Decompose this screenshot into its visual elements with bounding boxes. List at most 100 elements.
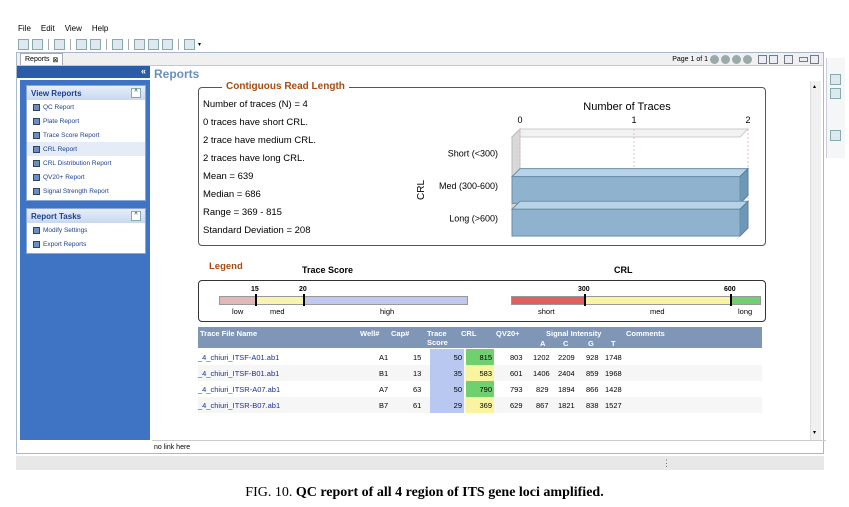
menu-help[interactable]: Help (92, 24, 108, 36)
nav-item-qv20-report[interactable]: QV20+ Report (27, 170, 145, 184)
cell-well: A1 (379, 353, 389, 362)
col-t[interactable]: T (611, 339, 616, 348)
window-icon[interactable] (112, 38, 123, 50)
report-icon (33, 159, 40, 167)
col-cap[interactable]: Cap# (391, 329, 409, 338)
cell-t: 1968 (605, 369, 622, 378)
nav-item-plate-report[interactable]: Plate Report (27, 114, 145, 128)
undo-icon[interactable] (134, 38, 145, 50)
collapse-pane-icon[interactable]: « (141, 66, 146, 76)
table-dock-icon[interactable] (830, 88, 841, 99)
nav-item-label: CRL Report (43, 145, 78, 153)
scroll-up-icon[interactable]: ▴ (813, 83, 816, 90)
cell-cap: 15 (413, 353, 422, 362)
report-tasks-header[interactable]: Report Tasks ^ (27, 209, 145, 223)
y-category-label: Short (<300) (448, 148, 498, 158)
table-row: _4_chiuri_ITSF-B01.ab1 B1 13 35 583 601 … (198, 365, 762, 381)
bottom-bar: ⋮ (16, 456, 824, 470)
ts-med-band (256, 296, 304, 305)
status-bar: no link here (152, 440, 826, 453)
prev-page-icon[interactable] (721, 54, 730, 64)
nav-item-trace-score-report[interactable]: Trace Score Report (27, 128, 145, 142)
menu-edit[interactable]: Edit (41, 24, 55, 36)
collapse-icon[interactable]: ^ (131, 88, 141, 98)
collapse-icon[interactable]: ^ (131, 211, 141, 221)
report-icon (33, 145, 40, 153)
cell-c: 1894 (558, 385, 575, 394)
minimize-icon[interactable] (799, 56, 808, 62)
bar (511, 208, 741, 237)
nav-item-label: Trace Score Report (43, 131, 100, 139)
col-c[interactable]: C (563, 339, 568, 348)
table-row: _4_chiuri_ITSR-A07.ab1 A7 63 50 790 793 … (198, 381, 762, 397)
nav-item-crl-report[interactable]: CRL Report (27, 142, 145, 156)
resize-grip-icon[interactable]: ⋮ (662, 458, 671, 469)
save-icon[interactable] (32, 38, 43, 50)
maximize-icon[interactable] (810, 54, 819, 64)
cell-a: 1406 (533, 369, 550, 378)
vertical-scrollbar[interactable]: ▴ ▾ (810, 81, 821, 441)
chart-icon[interactable] (184, 38, 195, 50)
col-qv20[interactable]: QV20+ (496, 329, 520, 338)
x-tick-label: 2 (745, 115, 750, 125)
col-a[interactable]: A (540, 339, 545, 348)
cell-a: 1202 (533, 353, 550, 362)
col-well[interactable]: Well# (360, 329, 379, 338)
cell-c: 2209 (558, 353, 575, 362)
col-file[interactable]: Trace File Name (200, 329, 257, 338)
trace-file-link[interactable]: _4_chiuri_ITSF-A01.ab1 (198, 353, 279, 362)
close-icon[interactable]: ⊠ (53, 56, 59, 64)
col-crl[interactable]: CRL (461, 329, 476, 338)
view-reports-header[interactable]: View Reports ^ (27, 86, 145, 100)
bar-top-face (510, 200, 750, 210)
binoculars-icon[interactable] (162, 38, 173, 50)
col-comments[interactable]: Comments (626, 329, 665, 338)
print-preview-icon[interactable] (90, 38, 101, 50)
first-page-icon[interactable] (710, 54, 719, 64)
nav-item-signal-strength-report[interactable]: Signal Strength Report (27, 184, 145, 198)
next-page-icon[interactable] (732, 54, 741, 64)
menu-file[interactable]: File (18, 24, 31, 36)
cell-c: 2404 (558, 369, 575, 378)
nav-item-qc-report[interactable]: QC Report (27, 100, 145, 114)
cell-t: 1527 (605, 401, 622, 410)
y-category-label: Long (>600) (449, 214, 498, 224)
nav-item-modify-settings[interactable]: Modify Settings (27, 223, 145, 237)
chart-dock-icon[interactable] (830, 74, 841, 85)
crl-range-long: long (738, 307, 753, 316)
trace-file-link[interactable]: _4_chiuri_ITSR-B07.ab1 (198, 401, 280, 410)
col-trace-score-1[interactable]: Trace (427, 329, 447, 338)
nav-item-export-reports[interactable]: Export Reports (27, 237, 145, 251)
cell-well: B7 (379, 401, 389, 410)
col-g[interactable]: G (588, 339, 594, 348)
cell-qv20: 629 (510, 401, 523, 410)
table-row: _4_chiuri_ITSF-A01.ab1 A1 15 50 815 803 … (198, 349, 762, 365)
tab-reports[interactable]: Reports ⊠ (20, 53, 64, 65)
scroll-down-icon[interactable]: ▾ (813, 429, 816, 436)
col-signal-intensity[interactable]: Signal Intensity (546, 329, 601, 338)
print-icon[interactable] (54, 38, 65, 50)
menu-view[interactable]: View (65, 24, 82, 36)
trace-file-link[interactable]: _4_chiuri_ITSF-B01.ab1 (198, 369, 279, 378)
multi-page-icon[interactable] (769, 54, 778, 64)
new-icon[interactable] (18, 38, 29, 50)
pager-text: Page 1 of 1 (672, 55, 708, 63)
stat-line: 0 traces have short CRL. (203, 117, 309, 128)
edit-dock-icon[interactable] (830, 130, 841, 141)
nav-item-label: Signal Strength Report (43, 187, 109, 195)
chart-plot-area: 0 1 2 Short (<300) Med (300-600) Long (>600) (439, 115, 751, 238)
redo-icon[interactable] (148, 38, 159, 50)
trace-file-link[interactable]: _4_chiuri_ITSR-A07.ab1 (198, 385, 280, 394)
dropdown-arrow-icon[interactable]: ▾ (198, 41, 201, 48)
last-page-icon[interactable] (743, 54, 752, 64)
col-trace-score-2[interactable]: Score (427, 338, 448, 347)
view-reports-box: View Reports ^ QC Report Plate Report Tr… (26, 85, 146, 201)
crl-long-band (731, 296, 761, 305)
figure-caption: FIG. 10. QC report of all 4 region of IT… (0, 485, 849, 501)
export-icon (33, 240, 40, 248)
restore-icon[interactable] (784, 54, 793, 64)
single-page-icon[interactable] (758, 54, 767, 64)
nav-item-crl-distribution-report[interactable]: CRL Distribution Report (27, 156, 145, 170)
export-icon[interactable] (76, 38, 87, 50)
right-dock (826, 58, 845, 158)
